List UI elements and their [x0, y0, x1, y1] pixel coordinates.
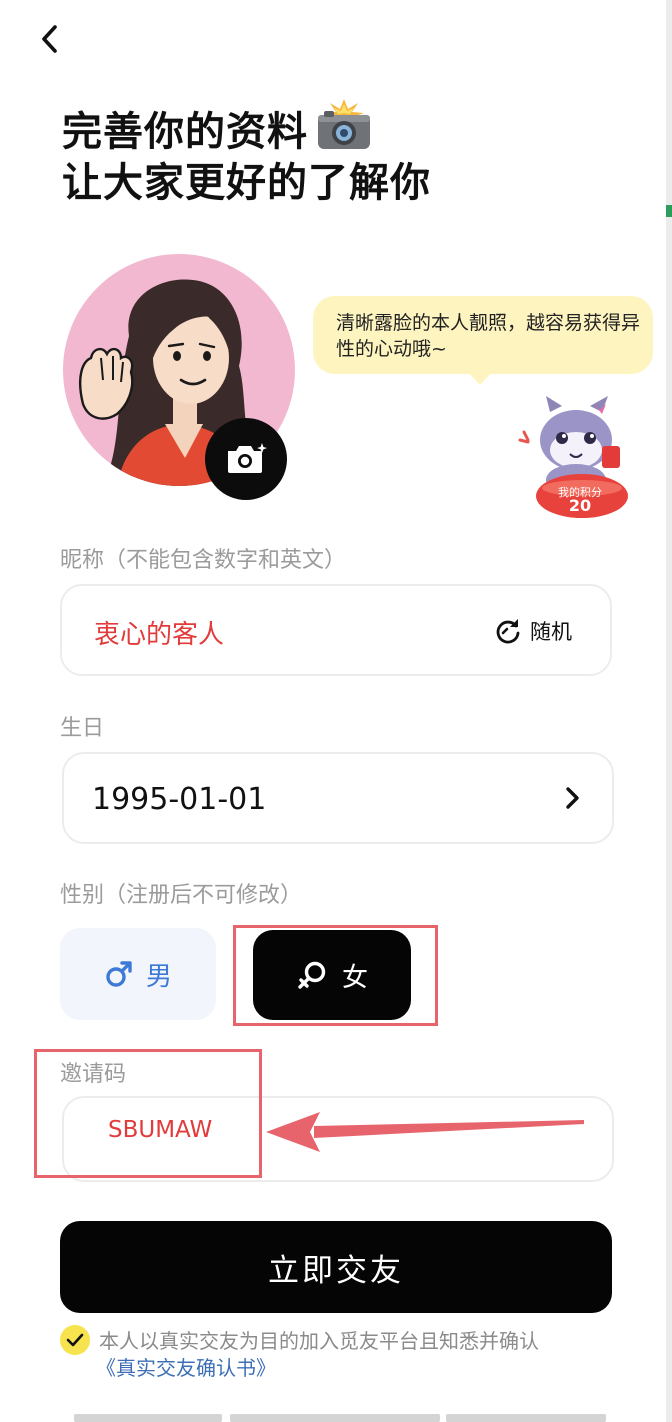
agreement-checkbox[interactable] [60, 1325, 90, 1355]
tip-text: 清晰露脸的本人靓照，越容易获得异性的心动哦~ [336, 312, 641, 360]
bottom-divider-3 [446, 1414, 606, 1422]
random-label: 随机 [530, 620, 572, 644]
page-subtitle: 让大家更好的了解你 [62, 160, 431, 206]
random-nickname-button[interactable]: 随机 [494, 614, 572, 648]
camera-icon [228, 443, 267, 473]
gender-male-option[interactable]: 男 [60, 928, 216, 1020]
agreement-text: 本人以真实交友为目的加入觅友平台且知悉并确认 [99, 1329, 539, 1353]
bottom-divider-1 [74, 1414, 222, 1422]
agreement-link[interactable]: 《真实交友确认书》 [96, 1352, 276, 1381]
chevron-left-icon [42, 25, 57, 53]
avatar-camera-button[interactable] [205, 418, 287, 500]
page-title: 完善你的资料 [62, 99, 374, 158]
bottom-divider-2 [230, 1414, 440, 1422]
nickname-label: 昵称（不能包含数字和英文） [60, 548, 347, 573]
annotation-arrow-icon [262, 1108, 588, 1158]
gender-label: 性别（注册后不可修改） [60, 883, 303, 908]
camera-flash-emoji-icon [314, 99, 374, 151]
nickname-value[interactable]: 衷心的客人 [94, 614, 224, 651]
female-highlight-box [233, 925, 438, 1026]
tip-bubble-tail [468, 372, 492, 385]
points-value: 20 [568, 496, 592, 515]
birthday-value[interactable]: 1995-01-01 [92, 782, 266, 817]
chevron-right-icon [562, 784, 584, 812]
invite-highlight-box [34, 1049, 262, 1178]
check-icon [66, 1333, 84, 1347]
refresh-icon [496, 619, 520, 644]
back-button[interactable] [38, 22, 68, 56]
page-title-line1: 完善你的资料 [62, 109, 308, 155]
male-symbol-icon [106, 961, 132, 987]
birthday-label: 生日 [60, 716, 105, 741]
gender-male-label: 男 [145, 961, 172, 992]
screen-edge-mark [666, 205, 672, 217]
submit-button[interactable]: 立即交友 [60, 1221, 612, 1313]
